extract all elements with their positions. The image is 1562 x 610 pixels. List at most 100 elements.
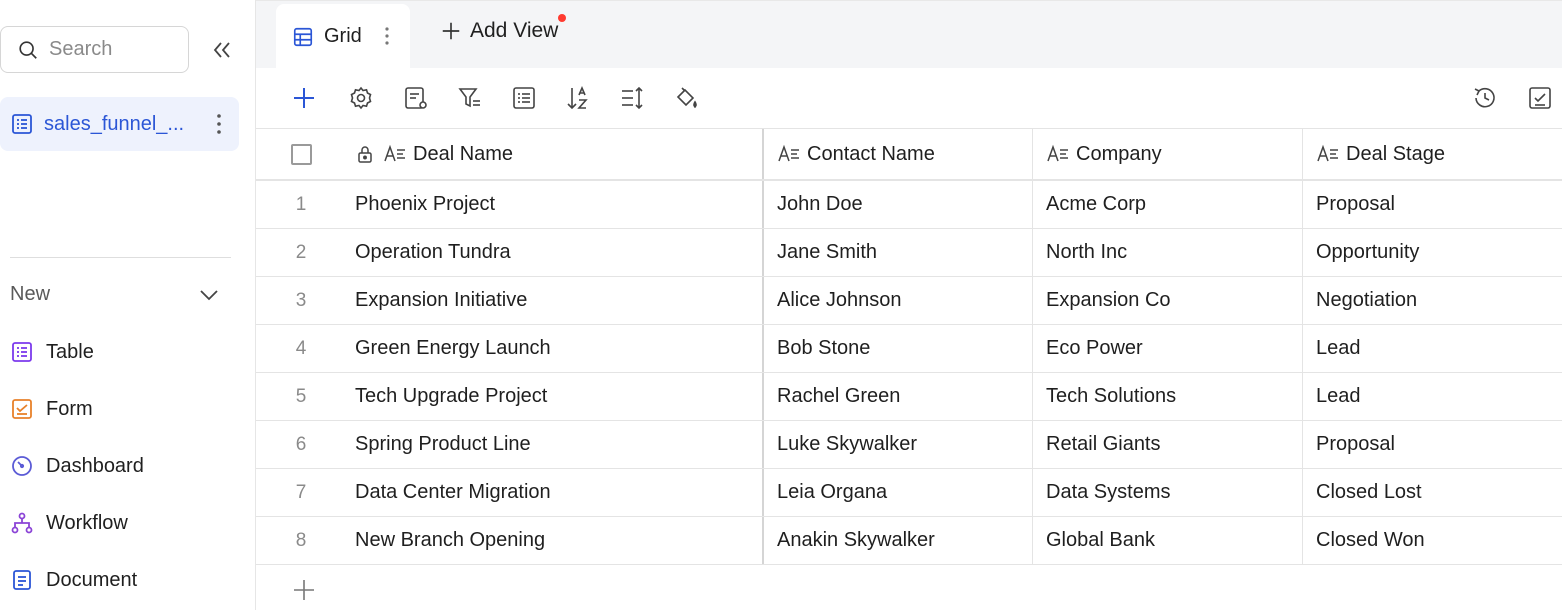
collapse-sidebar-button[interactable] [208,36,236,64]
group-button[interactable] [510,84,538,112]
history-button[interactable] [1471,84,1499,112]
deal-stage-cell[interactable]: Proposal [1302,421,1562,468]
new-document-item[interactable]: Document [10,560,230,600]
deal-name-cell[interactable]: Green Energy Launch [346,325,762,372]
deal-stage-cell[interactable]: Negotiation [1302,277,1562,324]
field-settings-button[interactable] [402,84,430,112]
new-dashboard-item[interactable]: Dashboard [10,446,230,486]
lock-icon [358,146,372,163]
row-number: 8 [295,529,307,551]
column-title: Deal Stage [1346,142,1445,165]
add-view-label: Add View [470,19,559,42]
add-record-button[interactable] [290,84,318,112]
text-field-icon [384,144,405,162]
workflow-icon [11,512,33,534]
chevron-down-icon [200,290,218,301]
column-header-contact-name[interactable]: Contact Name [762,129,1032,179]
deal-stage-cell[interactable]: Proposal [1302,181,1562,228]
checklist-icon [1529,87,1551,109]
deal-name-cell[interactable]: Spring Product Line [346,421,762,468]
more-options-icon[interactable] [215,111,223,137]
table-row[interactable]: 1 Phoenix Project John Doe Acme Corp Pro… [256,181,1562,229]
plus-icon [294,88,314,108]
table-row[interactable]: 7 Data Center Migration Leia Organa Data… [256,469,1562,517]
filter-button[interactable] [456,84,484,112]
add-view-button[interactable]: Add View [440,19,558,43]
deal-stage-cell[interactable]: Lead [1302,373,1562,420]
company-cell[interactable]: Expansion Co [1032,277,1302,324]
nav-label-workflow: Workflow [46,511,128,534]
new-form-item[interactable]: Form [10,389,230,429]
search-input[interactable] [49,38,179,61]
text-field-icon [1047,144,1068,162]
table-row[interactable]: 4 Green Energy Launch Bob Stone Eco Powe… [256,325,1562,373]
field-config-icon [405,87,427,109]
sidebar-divider [10,257,231,258]
contact-name-cell[interactable]: Alice Johnson [762,277,1032,324]
company-cell[interactable]: Eco Power [1032,325,1302,372]
select-all-checkbox[interactable] [290,143,312,165]
deal-name-cell[interactable]: New Branch Opening [346,517,762,564]
company-cell[interactable]: Tech Solutions [1032,373,1302,420]
contact-name-cell[interactable]: Bob Stone [762,325,1032,372]
table-row[interactable]: 2 Operation Tundra Jane Smith North Inc … [256,229,1562,277]
contact-name-cell[interactable]: Luke Skywalker [762,421,1032,468]
new-section-toggle[interactable]: New [10,278,220,310]
company-cell[interactable]: Global Bank [1032,517,1302,564]
sort-icon [567,85,588,110]
deal-stage-cell[interactable]: Lead [1302,325,1562,372]
contact-name-cell[interactable]: Leia Organa [762,469,1032,516]
nav-label-table: Table [46,340,94,363]
table-row[interactable]: 5 Tech Upgrade Project Rachel Green Tech… [256,373,1562,421]
deal-name-cell[interactable]: Operation Tundra [346,229,762,276]
settings-button[interactable] [347,84,375,112]
company-cell[interactable]: Acme Corp [1032,181,1302,228]
deal-name-cell[interactable]: Phoenix Project [346,181,762,228]
nav-label-form: Form [46,397,93,420]
contact-name-cell[interactable]: Jane Smith [762,229,1032,276]
paint-bucket-icon [676,87,697,109]
color-button[interactable] [672,84,700,112]
add-row-button[interactable] [292,578,316,602]
contact-name-cell[interactable]: John Doe [762,181,1032,228]
notification-dot [558,14,566,22]
row-height-button[interactable] [618,84,646,112]
deal-stage-cell[interactable]: Closed Won [1302,517,1562,564]
deal-name-cell[interactable]: Data Center Migration [346,469,762,516]
table-row[interactable]: 8 New Branch Opening Anakin Skywalker Gl… [256,517,1562,565]
new-workflow-item[interactable]: Workflow [10,503,230,543]
grid-toolbar [256,68,1562,128]
tab-grid[interactable]: Grid [276,4,410,69]
tasks-button[interactable] [1526,84,1554,112]
contact-name-cell[interactable]: Anakin Skywalker [762,517,1032,564]
new-table-item[interactable]: Table [10,332,230,372]
column-title: Contact Name [807,142,935,165]
column-header-deal-stage[interactable]: Deal Stage [1302,129,1562,179]
row-number: 1 [295,193,307,215]
table-row[interactable]: 6 Spring Product Line Luke Skywalker Ret… [256,421,1562,469]
column-header-company[interactable]: Company [1032,129,1302,179]
deal-stage-cell[interactable]: Closed Lost [1302,469,1562,516]
contact-name-cell[interactable]: Rachel Green [762,373,1032,420]
company-cell[interactable]: North Inc [1032,229,1302,276]
nav-label-document: Document [46,568,138,591]
deal-name-cell[interactable]: Tech Upgrade Project [346,373,762,420]
table-icon [12,114,32,134]
deal-name-cell[interactable]: Expansion Initiative [346,277,762,324]
dashboard-icon [12,456,32,476]
new-label: New [10,282,51,305]
company-cell[interactable]: Data Systems [1032,469,1302,516]
column-header-deal-name[interactable]: Deal Name [346,129,762,179]
deal-stage-cell[interactable]: Opportunity [1302,229,1562,276]
row-number: 6 [295,433,307,455]
data-grid: Deal Name Contact Name Company Deal Stag… [256,128,1562,565]
base-item-sales-funnel[interactable]: sales_funnel_... [0,97,239,151]
table-row[interactable]: 3 Expansion Initiative Alice Johnson Exp… [256,277,1562,325]
double-chevron-left-icon [213,42,230,58]
search-box[interactable] [0,26,189,73]
sort-button[interactable] [564,84,592,112]
tab-options-icon[interactable] [384,26,390,46]
column-title: Deal Name [413,142,514,165]
company-cell[interactable]: Retail Giants [1032,421,1302,468]
table-icon [12,342,32,362]
